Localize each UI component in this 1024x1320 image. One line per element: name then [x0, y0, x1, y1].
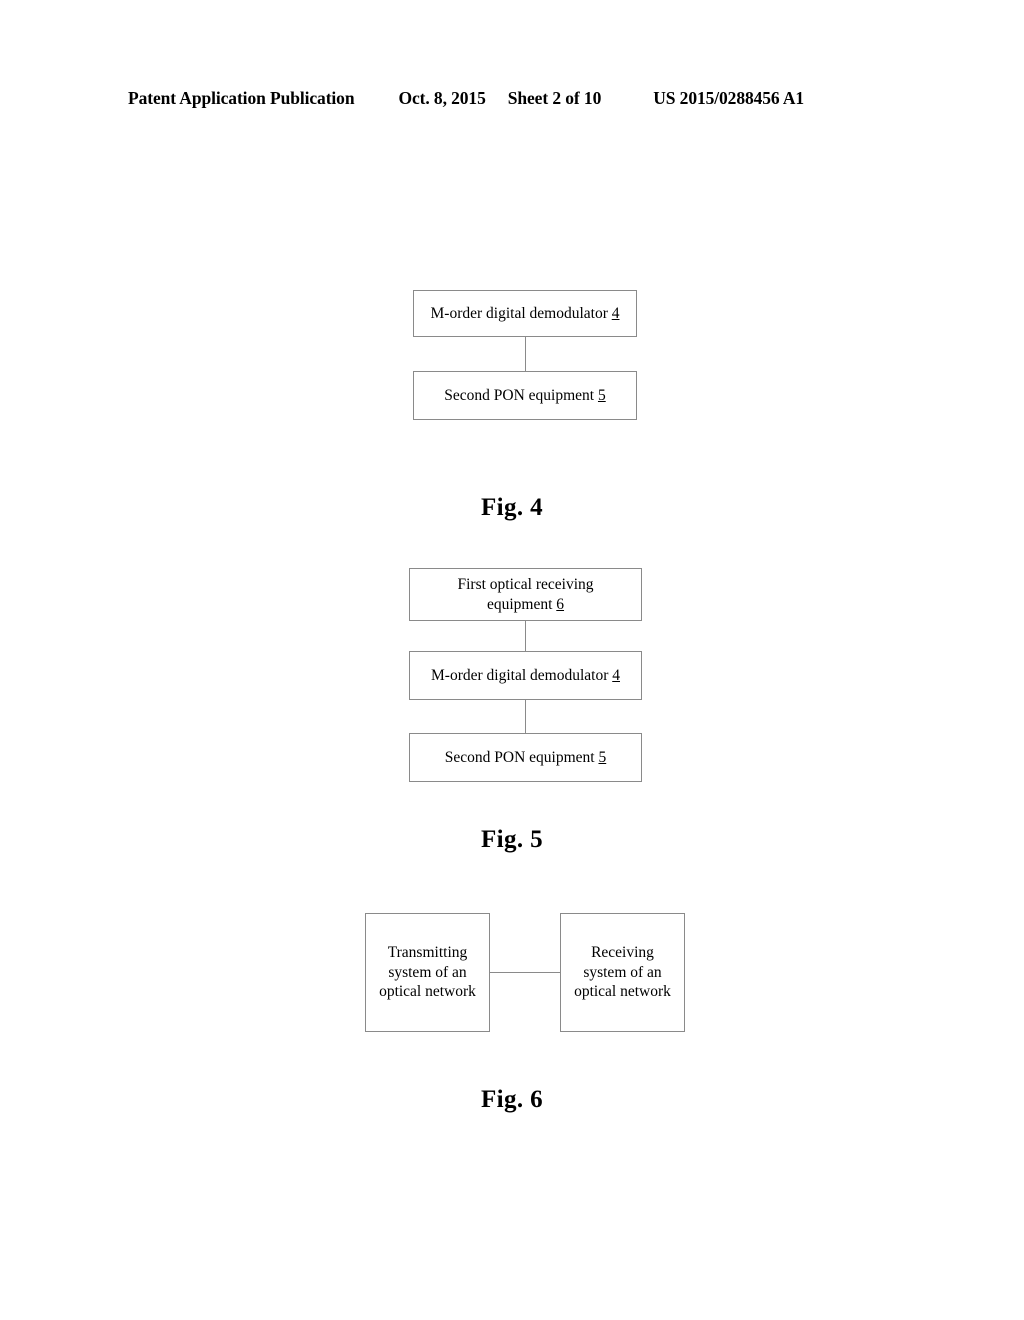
- fig6-connector-transmitter-to-receiver: [490, 972, 560, 973]
- figure-6-caption: Fig. 6: [480, 1086, 544, 1113]
- fig5-connector-1-to-2: [525, 621, 526, 651]
- fig6-box-transmitting-system: Transmitting system of an optical networ…: [365, 913, 490, 1032]
- figure-6: Transmitting system of an optical networ…: [0, 0, 1024, 1113]
- fig5-box-2-reference-numeral: 4: [612, 666, 620, 684]
- fig4-box-2-label: Second PON equipment 5: [444, 386, 605, 406]
- fig5-box-2-text: M-order digital demodulator: [431, 666, 609, 684]
- fig5-box-1-text: First optical receiving equipment: [457, 575, 594, 613]
- fig6-box-2-label: Receiving system of an optical network: [574, 943, 671, 1001]
- fig5-box-second-pon-equipment: Second PON equipment 5: [409, 733, 642, 782]
- fig5-box-first-optical-receiving-equipment: First optical receiving equipment 6: [409, 568, 642, 621]
- figure-5-caption: Fig. 5: [480, 826, 544, 853]
- fig5-box-1-reference-numeral: 6: [556, 595, 565, 613]
- figure-4-caption: Fig. 4: [480, 494, 544, 521]
- fig5-box-m-order-digital-demodulator: M-order digital demodulator 4: [409, 651, 642, 700]
- fig5-connector-2-to-3: [525, 700, 526, 733]
- fig4-box-1-label: M-order digital demodulator 4: [431, 304, 620, 324]
- fig5-box-3-text: Second PON equipment: [444, 748, 595, 766]
- fig5-box-3-label: Second PON equipment 5: [445, 748, 606, 768]
- fig4-box-second-pon-equipment: Second PON equipment 5: [413, 371, 637, 420]
- fig4-box-m-order-digital-demodulator: M-order digital demodulator 4: [413, 290, 637, 337]
- fig6-box-receiving-system: Receiving system of an optical network: [560, 913, 685, 1032]
- fig5-box-1-label: First optical receiving equipment 6: [457, 575, 593, 615]
- fig4-box-2-text: Second PON equipment: [444, 386, 595, 404]
- fig4-box-1-reference-numeral: 4: [611, 304, 620, 322]
- fig5-box-3-reference-numeral: 5: [598, 748, 607, 766]
- fig5-box-2-label: M-order digital demodulator 4: [431, 666, 620, 686]
- fig6-box-1-label: Transmitting system of an optical networ…: [379, 943, 476, 1001]
- fig4-connector-1-to-2: [525, 337, 526, 371]
- fig4-box-2-reference-numeral: 5: [597, 386, 606, 404]
- fig4-box-1-text: M-order digital demodulator: [430, 304, 608, 322]
